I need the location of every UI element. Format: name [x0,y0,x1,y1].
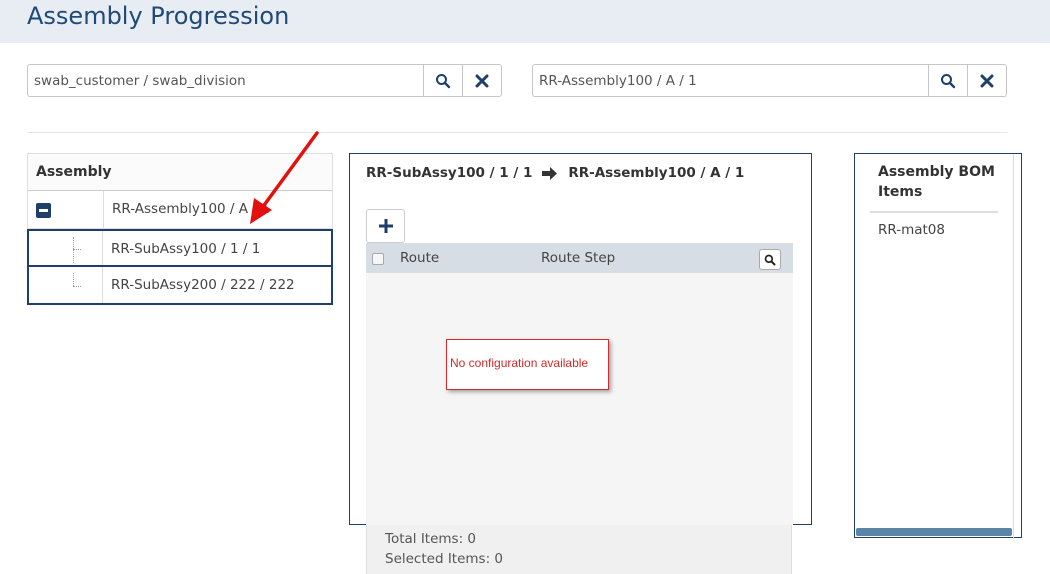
route-breadcrumb: RR-SubAssy100 / 1 / 1 RR-Assembly100 / A… [366,165,744,181]
tree-row-label: RR-SubAssy100 / 1 / 1 [111,241,261,257]
bom-list-item[interactable]: RR-mat08 [878,222,945,238]
route-panel: RR-SubAssy100 / 1 / 1 RR-Assembly100 / A… [349,153,812,525]
selected-items-count: Selected Items: 0 [385,551,504,567]
bom-scroll-track [1013,154,1014,539]
breadcrumb-to: RR-Assembly100 / A / 1 [568,165,745,181]
assembly-search-button[interactable] [929,64,968,97]
section-divider [27,132,1007,133]
tree-row-subassy200[interactable]: RR-SubAssy200 / 222 / 222 [27,267,333,305]
assembly-search-group [532,64,1007,97]
assembly-tree-header: Assembly [27,153,333,191]
bom-title-divider [870,211,998,213]
page-header: Assembly Progression [0,0,1050,43]
assembly-search-input[interactable] [532,64,929,97]
bom-panel-title: Assembly BOM Items [878,164,995,200]
plus-icon [378,219,393,233]
tree-row-icon-cell [29,231,103,265]
column-header-route[interactable]: Route [400,250,439,266]
arrow-right-icon [542,166,558,180]
tree-connector-line [73,273,74,286]
bom-horizontal-scrollbar[interactable] [856,528,1012,536]
bom-panel: Assembly BOM Items RR-mat08 [854,153,1022,539]
select-all-checkbox[interactable] [372,253,384,265]
grid-footer: Total Items: 0 Selected Items: 0 [366,525,792,574]
search-icon [436,73,451,88]
tree-connector-line [73,237,74,263]
search-icon [764,254,776,265]
close-icon [475,74,489,87]
assembly-tree-panel: Assembly RR-Assembly100 / A / 1 RR-SubAs… [27,153,333,305]
tree-row-label: RR-SubAssy200 / 222 / 222 [111,277,295,293]
add-route-button[interactable] [366,209,405,243]
customer-clear-button[interactable] [463,64,502,97]
empty-message: No configuration available [446,339,609,390]
customer-search-button[interactable] [424,64,463,97]
column-header-route-step[interactable]: Route Step [541,250,615,266]
tree-row-subassy100[interactable]: RR-SubAssy100 / 1 / 1 [27,229,333,267]
tree-row-root[interactable]: RR-Assembly100 / A / 1 [27,191,333,229]
search-icon [941,73,956,88]
breadcrumb-from: RR-SubAssy100 / 1 / 1 [366,165,533,181]
tree-row-label: RR-Assembly100 / A / 1 [112,201,270,217]
tree-row-icon-cell [29,267,103,303]
close-icon [980,74,994,87]
tree-connector-line [73,286,81,287]
assembly-clear-button[interactable] [968,64,1007,97]
page-title: Assembly Progression [27,2,290,30]
tree-row-icon-cell [28,191,104,228]
total-items-count: Total Items: 0 [385,531,477,547]
tree-connector-line [73,249,81,250]
grid-search-button[interactable] [759,249,781,270]
minus-square-icon[interactable] [36,203,51,218]
customer-search-input[interactable] [27,64,424,97]
route-grid-header: Route Route Step [366,243,793,273]
customer-search-group [27,64,502,97]
